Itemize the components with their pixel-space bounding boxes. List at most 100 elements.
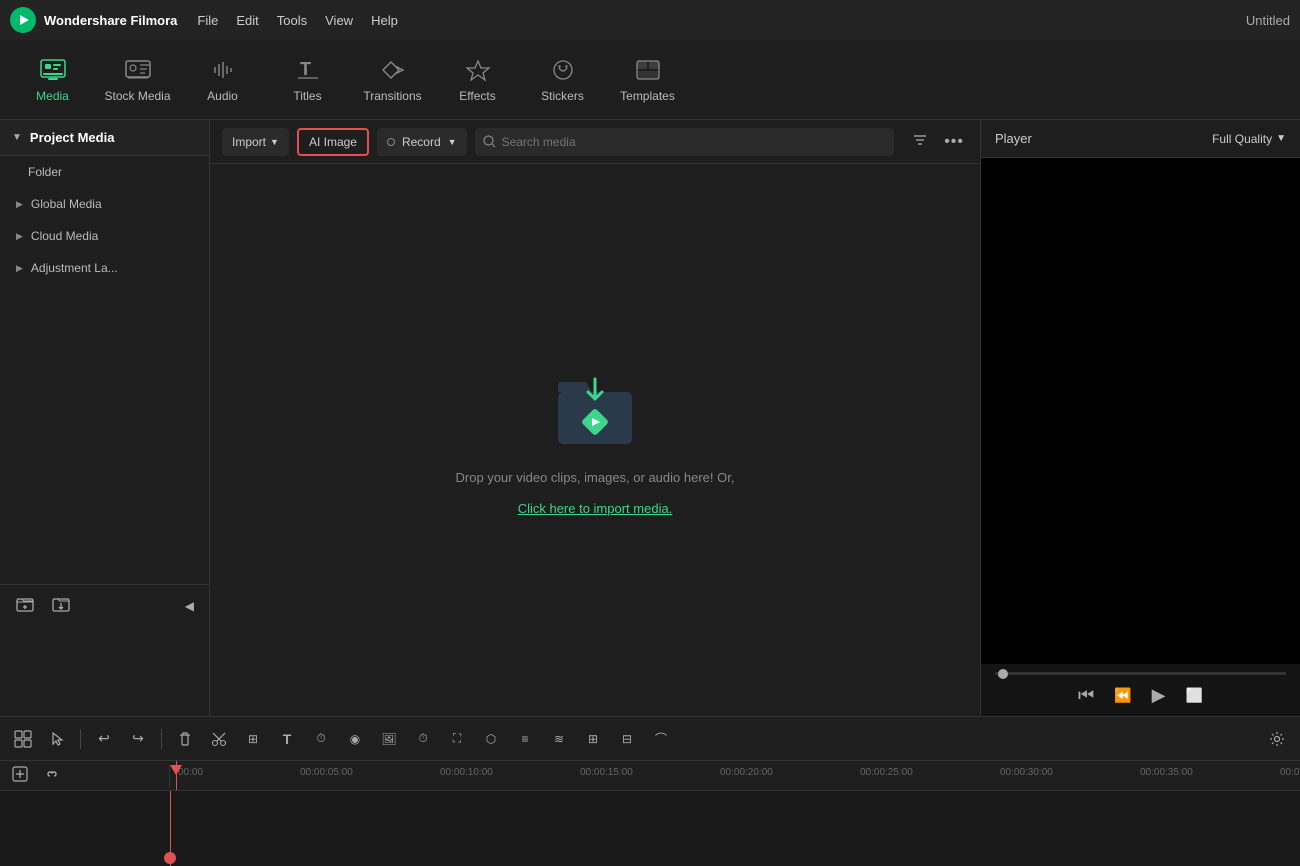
ruler-mark-4: 00:00:20:00 — [720, 767, 773, 778]
timeline-content — [0, 791, 1300, 866]
drop-zone: Drop your video clips, images, or audio … — [210, 164, 980, 716]
sidebar-item-global-media[interactable]: ▶ Global Media — [0, 188, 209, 220]
toolbar-stickers[interactable]: Stickers — [520, 44, 605, 116]
toolbar-audio[interactable]: Audio — [180, 44, 265, 116]
ruler-mark-2: 00:00:10:00 — [440, 767, 493, 778]
toolbar-effects-label: Effects — [459, 89, 495, 103]
menu-tools[interactable]: Tools — [277, 13, 307, 28]
import-button[interactable]: Import ▼ — [222, 128, 289, 156]
search-icon — [483, 135, 496, 148]
menu-file[interactable]: File — [197, 13, 218, 28]
record-dot-icon — [387, 138, 395, 146]
timeline-cut-button[interactable] — [204, 724, 234, 754]
main-layout: ▼ Project Media Folder ▶ Global Media ▶ … — [0, 120, 1300, 716]
sidebar-title: Project Media — [30, 130, 115, 145]
player-panel: Player Full Quality ▼ ⏮ ⏪ ▶ ⬜ — [980, 120, 1300, 716]
timeline-audio-eq-button[interactable]: ≋ — [544, 724, 574, 754]
timeline-settings-button[interactable] — [1262, 724, 1292, 754]
drop-text: Drop your video clips, images, or audio … — [456, 470, 735, 485]
frame-back-button[interactable]: ⏪ — [1114, 687, 1131, 704]
toolbar-stock-media[interactable]: Stock Media — [95, 44, 180, 116]
timeline-text-button[interactable]: T — [272, 724, 302, 754]
playhead-circle — [164, 852, 176, 864]
timeline-undo-button[interactable]: ↩ — [89, 724, 119, 754]
player-scrubber[interactable] — [981, 664, 1300, 679]
arrow-icon: ▶ — [16, 231, 23, 242]
timeline-audio-cut-button[interactable]: ⌒ — [646, 724, 676, 754]
import-dropdown-arrow: ▼ — [270, 137, 279, 147]
menu-view[interactable]: View — [325, 13, 353, 28]
sidebar-collapse-arrow[interactable]: ▼ — [12, 132, 22, 143]
audio-icon — [209, 56, 237, 84]
import-folder-illustration — [550, 364, 640, 454]
timeline-color-button[interactable]: ◉ — [340, 724, 370, 754]
scrubber-bar[interactable] — [995, 672, 1286, 675]
import-to-folder-button[interactable] — [48, 593, 74, 618]
record-dropdown-arrow: ▼ — [448, 137, 457, 147]
link-tracks-button[interactable] — [40, 764, 64, 787]
timeline-eq-button[interactable]: ≡ — [510, 724, 540, 754]
timeline-expand-button[interactable]: ⛶ — [442, 724, 472, 754]
more-options-button[interactable]: ••• — [940, 131, 968, 153]
ruler-mark-3: 00:00:15:00 — [580, 767, 633, 778]
add-track-button[interactable] — [8, 764, 32, 787]
player-screen — [981, 158, 1300, 664]
ruler-mark-5: 00:00:25:00 — [860, 767, 913, 778]
timeline-ruler-left — [0, 764, 170, 787]
stickers-icon — [549, 56, 577, 84]
player-quality-selector[interactable]: Full Quality ▼ — [1212, 132, 1286, 146]
timeline-crop-button[interactable]: ⊞ — [238, 724, 268, 754]
search-area — [475, 128, 895, 156]
toolbar-media[interactable]: Media — [10, 44, 95, 116]
window-title: Untitled — [1246, 13, 1290, 28]
toolbar-titles[interactable]: T Titles — [265, 44, 350, 116]
player-controls: ⏮ ⏪ ▶ ⬜ — [981, 679, 1300, 716]
app-logo-icon — [10, 7, 36, 33]
menu-help[interactable]: Help — [371, 13, 398, 28]
toolbar-templates[interactable]: Templates — [605, 44, 690, 116]
toolbar-transitions-label: Transitions — [363, 89, 421, 103]
app-name: Wondershare Filmora — [44, 13, 177, 28]
ruler-track: 00:00 00:00:05:00 00:00:10:00 00:00:15:0… — [170, 761, 1300, 791]
toolbar-effects[interactable]: Effects — [435, 44, 520, 116]
arrow-icon: ▶ — [16, 199, 23, 210]
timeline-keyframe-button[interactable]: ⏱ — [306, 724, 336, 754]
svg-text:T: T — [300, 59, 311, 79]
timeline-image-button[interactable]: 🖼 — [374, 724, 404, 754]
sidebar: ▼ Project Media Folder ▶ Global Media ▶ … — [0, 120, 210, 716]
sidebar-item-folder[interactable]: Folder — [0, 156, 209, 188]
ruler-mark-8: 00:00:40:00 — [1280, 767, 1300, 778]
player-header: Player Full Quality ▼ — [981, 120, 1300, 158]
timeline-ruler: 00:00 00:00:05:00 00:00:10:00 00:00:15:0… — [0, 761, 1300, 791]
timeline-toolbar: ↩ ↪ ⊞ T ⏱ ◉ 🖼 ⏱ ⛶ ⬡ ≡ ≋ ⊞ ⊟ ⌒ — [0, 717, 1300, 761]
search-input[interactable] — [502, 135, 887, 149]
timeline-select-button[interactable] — [42, 724, 72, 754]
timeline-redo-button[interactable]: ↪ — [123, 724, 153, 754]
sidebar-item-adjustment-layer[interactable]: ▶ Adjustment La... — [0, 252, 209, 284]
timeline-mask-button[interactable]: ⬡ — [476, 724, 506, 754]
sidebar-header: ▼ Project Media — [0, 120, 209, 156]
add-folder-button[interactable] — [12, 593, 38, 618]
toolbar-transitions[interactable]: Transitions — [350, 44, 435, 116]
step-back-button[interactable]: ⏮ — [1078, 685, 1094, 706]
collapse-sidebar-button[interactable]: ◀ — [181, 597, 198, 615]
filter-button[interactable] — [908, 130, 932, 153]
media-panel: Import ▼ AI Image Record ▼ — [210, 120, 980, 716]
timeline-delete-button[interactable] — [170, 724, 200, 754]
transitions-icon — [379, 56, 407, 84]
record-button[interactable]: Record ▼ — [377, 128, 467, 156]
import-link[interactable]: Click here to import media. — [518, 501, 673, 516]
ai-image-button[interactable]: AI Image — [297, 128, 369, 156]
menu-edit[interactable]: Edit — [236, 13, 258, 28]
sidebar-item-cloud-media[interactable]: ▶ Cloud Media — [0, 220, 209, 252]
fullscreen-button[interactable]: ⬜ — [1186, 687, 1203, 704]
timeline-timer-button[interactable]: ⏱ — [408, 724, 438, 754]
timeline-grid-view-button[interactable] — [8, 724, 38, 754]
timeline-split-button[interactable]: ⊟ — [612, 724, 642, 754]
playhead-line-ruler — [176, 761, 177, 791]
toolbar-media-label: Media — [36, 89, 69, 103]
play-button[interactable]: ▶ — [1152, 685, 1166, 706]
arrow-icon: ▶ — [16, 263, 23, 274]
timeline-position-button[interactable]: ⊞ — [578, 724, 608, 754]
templates-icon — [634, 56, 662, 84]
